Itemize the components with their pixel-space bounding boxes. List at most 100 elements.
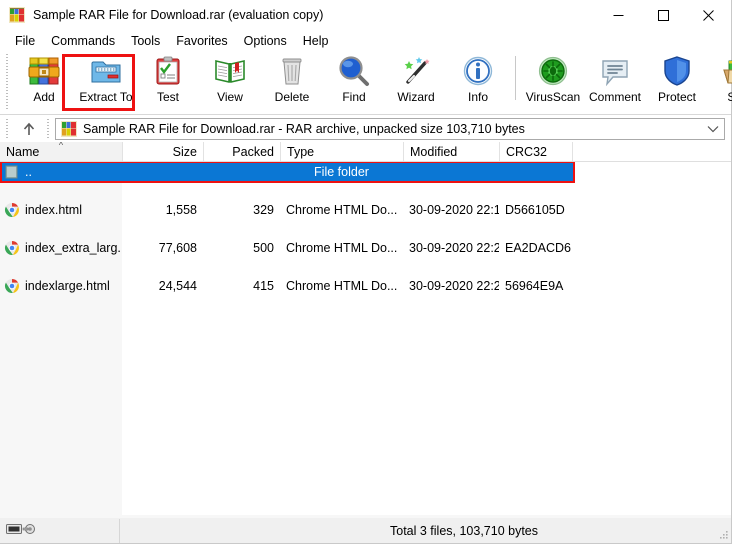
file-list[interactable]: .. File folder index.html 1,558 329 Chro… — [0, 162, 731, 517]
address-path-combobox[interactable]: Sample RAR File for Download.rar - RAR a… — [55, 117, 725, 140]
toolbar-label-wizard: Wizard — [397, 90, 435, 104]
view-book-icon — [214, 55, 246, 87]
window-title: Sample RAR File for Download.rar (evalua… — [33, 8, 324, 22]
extract-folder-icon — [90, 55, 122, 87]
toolbar-button-test[interactable]: Test — [137, 51, 199, 109]
toolbar-label-delete: Delete — [274, 90, 310, 104]
toolbar-label-virusscan: VirusScan — [525, 90, 581, 104]
up-one-level-button[interactable] — [14, 117, 44, 141]
cell-type: Chrome HTML Do... — [286, 240, 398, 255]
cell-type: Chrome HTML Do... — [286, 278, 398, 293]
find-magnifier-icon — [338, 55, 370, 87]
comment-bubble-icon — [599, 55, 631, 87]
column-header-size[interactable]: Size — [122, 142, 203, 161]
menu-item-commands[interactable]: Commands — [43, 32, 123, 50]
file-list-header: Name ^ Size Packed Type Modified CRC32 — [0, 142, 731, 162]
cell-name: .. — [0, 164, 122, 180]
resize-grip-icon[interactable] — [717, 529, 729, 541]
virusscan-bug-icon — [537, 55, 569, 87]
winrar-books-icon — [61, 120, 77, 137]
chrome-html-icon — [4, 278, 20, 294]
toolbar-label-comment: Comment — [588, 90, 641, 104]
table-row[interactable]: indexlarge.html 24,544 415 Chrome HTML D… — [0, 276, 731, 295]
menu-item-favorites[interactable]: Favorites — [168, 32, 235, 50]
disk-key-icon — [6, 522, 38, 539]
window-controls — [596, 0, 731, 30]
toolbar-label-sfx: SFX — [727, 90, 732, 104]
cell-name: index.html — [0, 202, 122, 218]
toolbar-label-view: View — [217, 90, 243, 104]
cell-packed: 415 — [253, 278, 274, 293]
table-row[interactable]: index_extra_larg... 77,608 500 Chrome HT… — [0, 238, 731, 257]
cell-packed: 500 — [253, 240, 274, 255]
column-header-size-label: Size — [172, 144, 197, 159]
address-combo-grip[interactable] — [45, 118, 52, 139]
horizontal-scroll-strip — [0, 515, 731, 518]
menu-item-file[interactable]: File — [7, 32, 43, 50]
cell-modified: 30-09-2020 22:21 — [409, 278, 499, 293]
cell-crc32: EA2DACD6 — [505, 240, 571, 255]
chrome-html-icon — [4, 240, 20, 256]
column-header-modified[interactable]: Modified — [403, 142, 499, 161]
toolbar-button-view[interactable]: View — [199, 51, 261, 109]
cell-size: 1,558 — [165, 202, 197, 217]
toolbar-label-extract-to: Extract To — [79, 90, 133, 104]
menu-item-help[interactable]: Help — [295, 32, 337, 50]
address-bar: Sample RAR File for Download.rar - RAR a… — [0, 115, 731, 142]
cell-packed: 329 — [253, 202, 274, 217]
up-arrow-icon — [23, 122, 35, 135]
menu-item-options[interactable]: Options — [236, 32, 295, 50]
column-header-packed[interactable]: Packed — [203, 142, 280, 161]
sort-ascending-icon: ^ — [58, 142, 64, 150]
chrome-html-icon — [4, 202, 20, 218]
cell-name-text: index_extra_larg... — [25, 240, 122, 255]
status-bar-total-text: Total 3 files, 103,710 bytes — [390, 523, 539, 538]
minimize-icon[interactable] — [596, 0, 641, 30]
toolbar-separator — [515, 56, 516, 100]
toolbar-label-add: Add — [33, 90, 55, 104]
menu-item-tools[interactable]: Tools — [123, 32, 168, 50]
cell-type: File folder — [314, 164, 369, 179]
winrar-books-icon — [9, 7, 25, 23]
toolbar-label-info: Info — [467, 90, 488, 104]
add-books-icon — [28, 55, 60, 87]
table-row[interactable]: .. File folder — [0, 162, 731, 181]
cell-size: 24,544 — [158, 278, 197, 293]
cell-name-text: indexlarge.html — [25, 278, 110, 293]
toolbar-button-delete[interactable]: Delete — [261, 51, 323, 109]
cell-crc32: D566105D — [505, 202, 565, 217]
maximize-icon[interactable] — [641, 0, 686, 30]
toolbar-button-extract-to[interactable]: Extract To — [75, 51, 137, 109]
toolbar-grip[interactable] — [4, 54, 11, 110]
protect-shield-icon — [661, 55, 693, 87]
info-circle-icon — [462, 55, 494, 87]
toolbar-button-sfx[interactable]: SFX — [708, 51, 732, 109]
table-row[interactable]: index.html 1,558 329 Chrome HTML Do... 3… — [0, 200, 731, 219]
cell-size: 77,608 — [158, 240, 197, 255]
address-bar-grip[interactable] — [4, 118, 11, 139]
column-header-crc32-label: CRC32 — [506, 144, 547, 159]
cell-name-text: .. — [25, 164, 32, 179]
column-header-name-label: Name — [6, 144, 40, 159]
column-header-type[interactable]: Type — [280, 142, 403, 161]
toolbar: Add Extract To Test View Delete Find Wiz… — [0, 51, 732, 115]
close-icon[interactable] — [686, 0, 731, 30]
cell-crc32: 56964E9A — [505, 278, 564, 293]
toolbar-button-add[interactable]: Add — [13, 51, 75, 109]
chevron-down-icon[interactable] — [702, 119, 724, 139]
toolbar-button-info[interactable]: Info — [447, 51, 509, 109]
toolbar-button-protect[interactable]: Protect — [646, 51, 708, 109]
column-header-modified-label: Modified — [410, 144, 458, 159]
address-path-text: Sample RAR File for Download.rar - RAR a… — [83, 121, 525, 136]
toolbar-button-virusscan[interactable]: VirusScan — [522, 51, 584, 109]
column-header-crc32[interactable]: CRC32 — [499, 142, 572, 161]
toolbar-label-test: Test — [156, 90, 179, 104]
toolbar-button-find[interactable]: Find — [323, 51, 385, 109]
cell-modified: 30-09-2020 22:25 — [409, 240, 499, 255]
column-header-name[interactable]: Name ^ — [0, 142, 122, 161]
cell-modified: 30-09-2020 22:19 — [409, 202, 499, 217]
toolbar-button-comment[interactable]: Comment — [584, 51, 646, 109]
cell-name: index_extra_larg... — [0, 240, 122, 256]
cell-name-text: index.html — [25, 202, 82, 217]
toolbar-button-wizard[interactable]: Wizard — [385, 51, 447, 109]
